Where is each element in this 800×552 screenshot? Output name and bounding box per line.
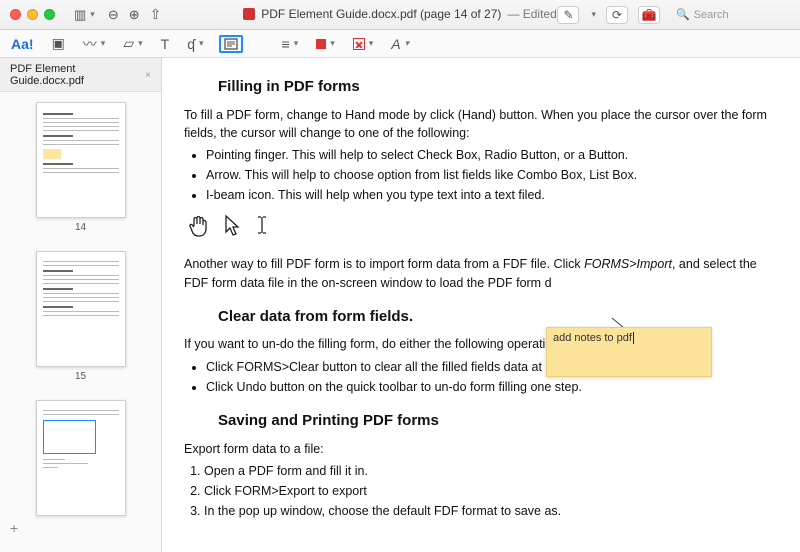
heading-filling: Filling in PDF forms [218,76,778,98]
red-swatch-icon [316,39,326,49]
title-text: PDF Element Guide.docx.pdf (page 14 of 2… [261,7,501,21]
page-thumbnail[interactable] [36,102,126,218]
cursor-example-row [188,214,774,247]
sidebar-tab-label: PDF Element Guide.docx.pdf [10,63,141,87]
traffic-lights [10,9,55,20]
document-title: PDF Element Guide.docx.pdf (page 14 of 2… [243,7,557,21]
search-input[interactable]: 🔍 Search [670,6,790,24]
chevron-down-icon: ▾ [369,38,374,49]
page-number-label: 14 [75,222,86,233]
arrow-cursor-icon [224,214,240,247]
edited-indicator: — Edited [507,7,556,21]
zoom-in-button[interactable]: ⊕ [129,7,140,23]
line-style-tool[interactable]: ≡▾ [279,34,302,54]
heading-save-print: Saving and Printing PDF forms [218,410,778,432]
paragraph: Export form data to a file: [184,440,778,458]
titlebar-left-tools: ▥▾ ⊖ ⊕ ⇧ [71,5,161,25]
paragraph: To fill a PDF form, change to Hand mode … [184,106,778,142]
zoom-out-button[interactable]: ⊖ [108,7,119,23]
chevron-down-icon: ▾ [199,38,204,49]
note-tool[interactable] [219,35,243,53]
titlebar-right-tools: ✎ ▾ ⟳ 🧰 🔍 Search [557,6,790,24]
thumbnail-list: 14 15 + [0,92,161,552]
list-item: In the pop up window, choose the default… [204,502,778,520]
page-number-label: 15 [75,371,86,382]
draw-tool[interactable]: 〰▾ [80,32,109,56]
sticky-note-icon [224,38,238,50]
main-area: PDF Element Guide.docx.pdf × 14 15 [0,58,800,552]
text-run: Another way to fill PDF form is to impor… [184,257,584,271]
border-color-tool[interactable]: ▾ [350,36,377,52]
chevron-down-icon: ▾ [294,38,299,49]
text-run-italic: FORMS>Import [584,257,672,271]
chevron-down-icon: ▾ [330,38,335,49]
chevron-down-icon: ▾ [138,38,143,49]
pdf-file-icon [243,8,255,20]
sticky-note-text: add notes to pdf [553,332,632,344]
paragraph: Another way to fill PDF form is to impor… [184,255,778,291]
search-icon: 🔍 [676,8,690,21]
rotate-button[interactable]: ⟳ [606,6,628,24]
search-placeholder: Search [694,9,729,21]
list-item: I-beam icon. This will help when you typ… [206,186,778,204]
thumbnail-sidebar: PDF Element Guide.docx.pdf × 14 15 [0,58,162,552]
list-item: Click FORM>Export to export [204,482,778,500]
list-item: Pointing finger. This will help to selec… [206,146,778,164]
text-style-tool[interactable]: Aa! [8,34,37,54]
fill-color-tool[interactable]: ▾ [313,36,338,51]
minimize-window-button[interactable] [27,9,38,20]
text-caret-icon [633,332,634,344]
bullet-list: Pointing finger. This will help to selec… [206,146,778,204]
hand-cursor-icon [188,214,208,247]
signature-tool[interactable]: ʠ▾ [184,34,206,54]
document-viewport[interactable]: Filling in PDF forms To fill a PDF form,… [162,58,800,552]
chevron-down-icon: ▾ [90,9,95,20]
annotation-toolbar: Aa! ▣ 〰▾ ▱▾ T ʠ▾ ≡▾ ▾ ▾ A▾ [0,30,800,58]
list-item: Arrow. This will help to choose option f… [206,166,778,184]
sticky-note[interactable]: add notes to pdf [546,327,712,377]
document-page: Filling in PDF forms To fill a PDF form,… [162,58,800,544]
heading-clear: Clear data from form fields. [218,306,778,328]
chevron-down-icon: ▾ [101,38,106,49]
crop-tool[interactable]: ▣ [49,33,68,54]
window-titlebar: ▥▾ ⊖ ⊕ ⇧ PDF Element Guide.docx.pdf (pag… [0,0,800,30]
maximize-window-button[interactable] [44,9,55,20]
close-tab-icon[interactable]: × [145,70,151,81]
list-item: Click Undo button on the quick toolbar t… [206,378,778,396]
note-indicator-icon [43,149,61,159]
sidebar-tab[interactable]: PDF Element Guide.docx.pdf × [0,58,161,92]
close-window-button[interactable] [10,9,21,20]
text-tool[interactable]: T [158,34,173,54]
markup-tool-button[interactable]: ✎ [557,6,579,24]
page-thumbnail[interactable] [36,400,126,516]
text-format-tool[interactable]: A▾ [388,34,412,54]
share-button[interactable]: ⇧ [150,6,162,23]
sidebar-toggle-button[interactable]: ▥▾ [71,5,98,25]
numbered-list: Open a PDF form and fill it in. Click FO… [204,462,778,520]
toolbox-button[interactable]: 🧰 [638,6,660,24]
shape-tool[interactable]: ▱▾ [120,33,145,54]
chevron-down-icon: ▾ [591,9,596,20]
no-fill-icon [353,38,365,50]
selection-indicator-icon [43,420,96,454]
add-page-button[interactable]: + [10,520,18,542]
page-thumbnail[interactable] [36,251,126,367]
list-item: Open a PDF form and fill it in. [204,462,778,480]
chevron-down-icon: ▾ [405,38,410,49]
ibeam-cursor-icon [256,214,268,247]
